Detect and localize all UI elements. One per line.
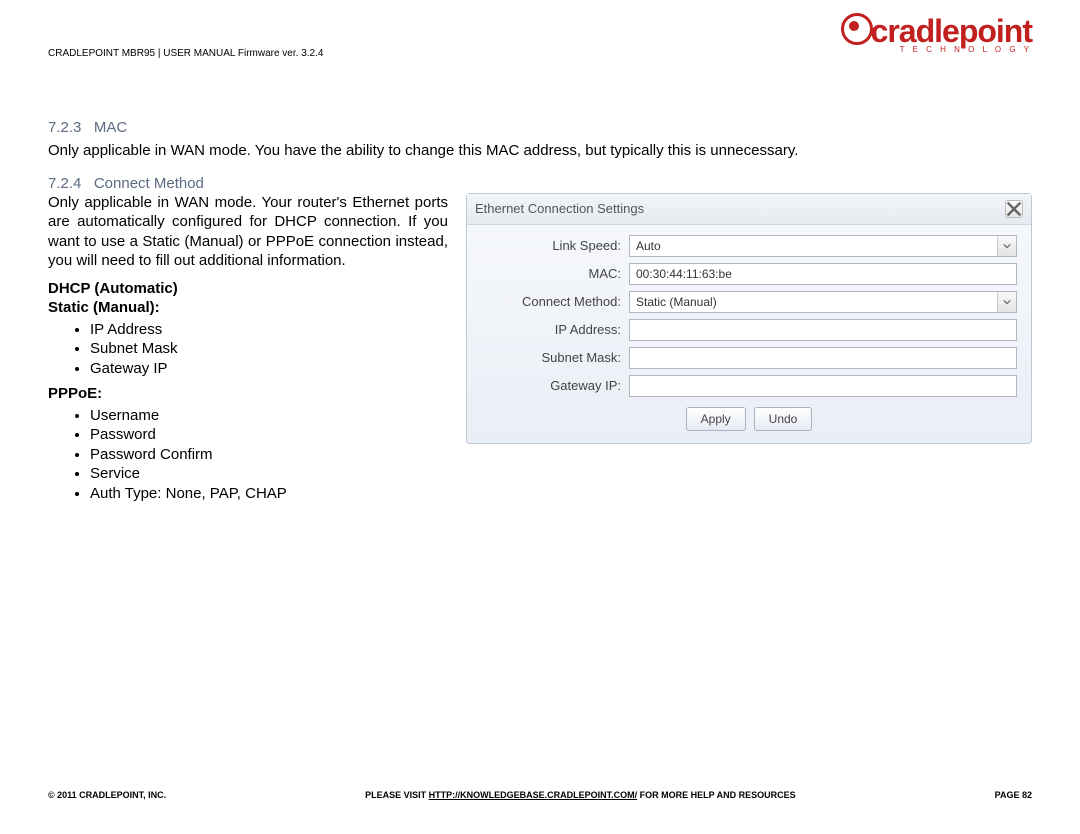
select-value: Auto [636,239,661,253]
footer-right: PAGE 82 [995,790,1032,800]
list-heading-static: Static (Manual): [48,298,448,318]
list-item: Username [90,406,448,426]
ethernet-settings-panel: Ethernet Connection Settings Link Speed:… [466,193,1032,444]
select-value: Static (Manual) [636,295,717,309]
page-footer: © 2011 CRADLEPOINT, INC. PLEASE VISIT HT… [48,790,1032,800]
list-item: Password [90,425,448,445]
mac-label: MAC: [481,266,629,281]
apply-button[interactable]: Apply [686,407,746,431]
close-button[interactable] [1005,200,1023,218]
footer-link[interactable]: HTTP://KNOWLEDGEBASE.CRADLEPOINT.COM/ [429,790,638,800]
list-item: Auth Type: None, PAP, CHAP [90,484,448,504]
list-item: Subnet Mask [90,339,448,359]
section-number: 7.2.3 [48,119,81,136]
link-speed-select[interactable]: Auto [629,235,1017,257]
brand-logo: cradlepoint T E C H N O L O G Y [841,10,1032,54]
ip-address-label: IP Address: [481,322,629,337]
section-paragraph: Only applicable in WAN mode. You have th… [48,141,1032,161]
chevron-down-icon [997,236,1016,256]
connect-method-label: Connect Method: [481,294,629,309]
panel-title: Ethernet Connection Settings [475,201,644,216]
section-number: 7.2.4 [48,175,81,192]
connect-method-select[interactable]: Static (Manual) [629,291,1017,313]
subnet-mask-input[interactable] [629,347,1017,369]
section-title: Connect Method [94,175,204,192]
list-heading-pppoe: PPPoE: [48,384,448,404]
subnet-mask-label: Subnet Mask: [481,350,629,365]
list-item: Password Confirm [90,445,448,465]
static-list: IP Address Subnet Mask Gateway IP [48,320,448,379]
link-speed-label: Link Speed: [481,238,629,253]
undo-button[interactable]: Undo [754,407,813,431]
close-icon [1006,201,1022,217]
list-item: Gateway IP [90,359,448,379]
brand-text: cradlepoint [871,13,1032,49]
mac-input[interactable]: 00:30:44:11:63:be [629,263,1017,285]
list-item: Service [90,464,448,484]
gateway-ip-label: Gateway IP: [481,378,629,393]
gateway-ip-input[interactable] [629,375,1017,397]
footer-left: © 2011 CRADLEPOINT, INC. [48,790,166,800]
list-heading-dhcp: DHCP (Automatic) [48,279,448,299]
section-paragraph: Only applicable in WAN mode. Your router… [48,193,448,271]
ip-address-input[interactable] [629,319,1017,341]
section-title: MAC [94,119,127,136]
footer-mid: PLEASE VISIT HTTP://KNOWLEDGEBASE.CRADLE… [365,790,796,800]
pppoe-list: Username Password Password Confirm Servi… [48,406,448,504]
list-item: IP Address [90,320,448,340]
chevron-down-icon [997,292,1016,312]
